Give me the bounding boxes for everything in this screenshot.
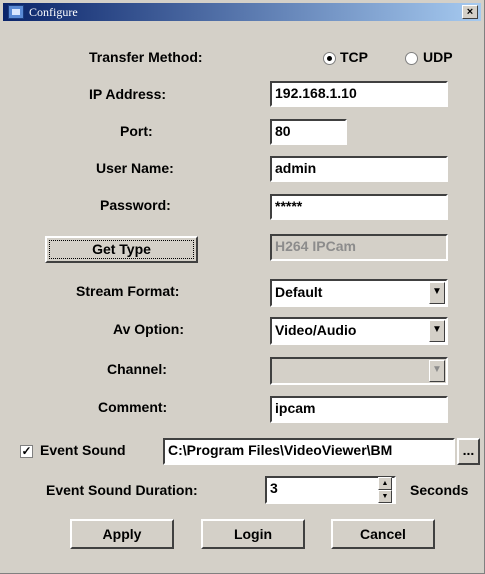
password-field[interactable]: ***** — [270, 194, 448, 220]
cancel-button[interactable]: Cancel — [331, 519, 435, 549]
event-duration-field[interactable]: 3 — [265, 476, 396, 504]
av-option-value: Video/Audio — [275, 322, 357, 338]
udp-label: UDP — [423, 49, 453, 65]
tcp-label: TCP — [340, 49, 368, 65]
window-title: Configure — [29, 5, 78, 19]
event-duration-unit: Seconds — [410, 482, 469, 498]
udp-radio[interactable] — [405, 52, 418, 65]
port-field[interactable]: 80 — [270, 119, 347, 145]
stream-format-label: Stream Format: — [76, 283, 180, 299]
av-option-select[interactable]: Video/Audio ▼ — [270, 317, 448, 345]
transfer-method-label: Transfer Method: — [89, 49, 203, 65]
browse-button[interactable]: ... — [457, 438, 480, 465]
event-duration-value: 3 — [270, 480, 278, 496]
event-duration-label: Event Sound Duration: — [46, 482, 198, 498]
ip-address-field[interactable]: 192.168.1.10 — [270, 81, 448, 107]
channel-select: ▼ — [270, 357, 448, 385]
duration-spinner[interactable]: ▲ ▼ — [378, 477, 392, 503]
tcp-radio[interactable] — [323, 52, 336, 65]
title-bar[interactable]: Configure × — [3, 3, 481, 21]
stream-format-value: Default — [275, 284, 323, 300]
channel-label: Channel: — [107, 361, 167, 377]
event-sound-path-field[interactable]: C:\Program Files\VideoViewer\BM — [163, 438, 455, 465]
comment-label: Comment: — [98, 399, 168, 415]
password-label: Password: — [100, 197, 171, 213]
apply-button[interactable]: Apply — [70, 519, 174, 549]
ip-address-label: IP Address: — [89, 86, 167, 102]
stream-format-select[interactable]: Default ▼ — [270, 279, 448, 307]
spin-up-icon[interactable]: ▲ — [378, 477, 392, 490]
get-type-button[interactable]: Get Type — [45, 236, 198, 263]
login-button[interactable]: Login — [201, 519, 305, 549]
comment-field[interactable]: ipcam — [270, 396, 448, 423]
spin-down-icon[interactable]: ▼ — [378, 490, 392, 503]
chevron-down-icon[interactable]: ▼ — [429, 282, 445, 304]
device-type-field: H264 IPCam — [270, 234, 448, 261]
event-sound-checkbox[interactable]: ✓ — [20, 445, 33, 458]
user-name-label: User Name: — [96, 160, 174, 176]
chevron-down-icon[interactable]: ▼ — [429, 320, 445, 342]
user-name-field[interactable]: admin — [270, 156, 448, 182]
port-label: Port: — [120, 123, 153, 139]
configure-dialog: Configure × Transfer Method: TCP UDP IP … — [0, 0, 485, 574]
event-sound-label: Event Sound — [40, 442, 126, 458]
close-button[interactable]: × — [462, 5, 478, 19]
chevron-down-icon: ▼ — [429, 360, 445, 382]
app-icon — [8, 5, 24, 19]
av-option-label: Av Option: — [113, 321, 185, 337]
